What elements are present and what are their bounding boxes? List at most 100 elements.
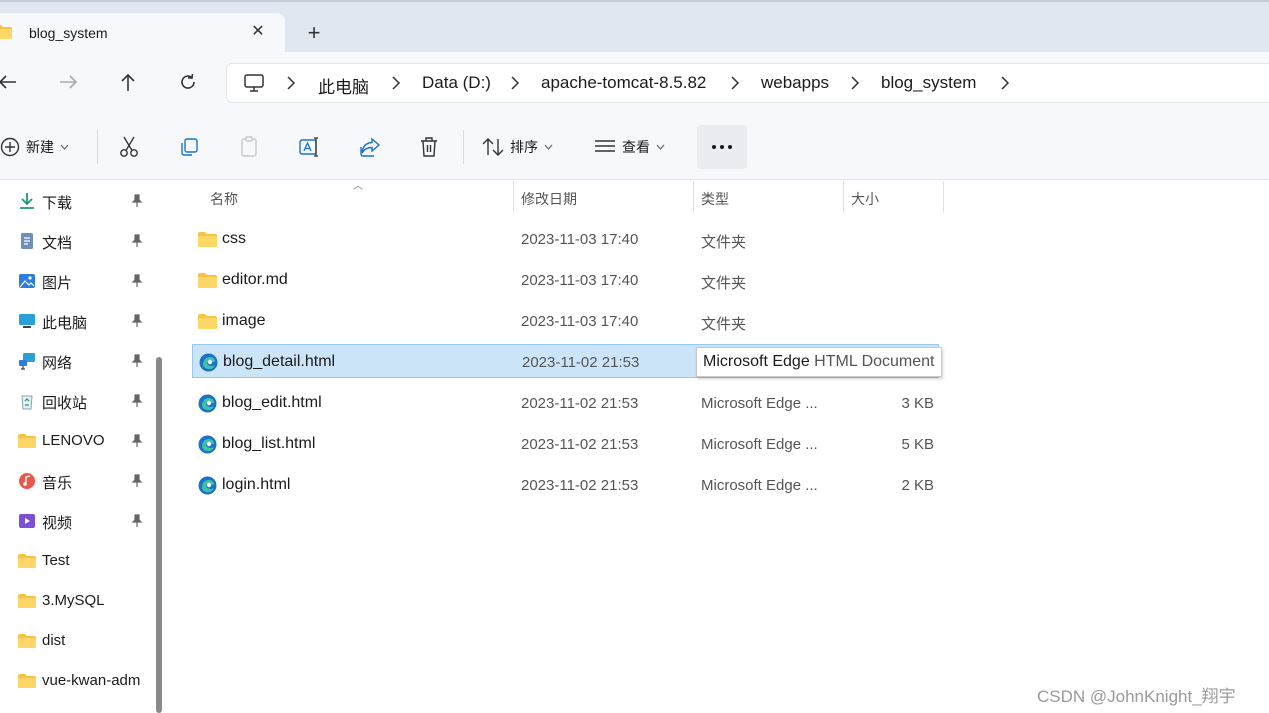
list-view-icon	[595, 140, 615, 152]
copy-button[interactable]	[179, 132, 199, 162]
forward-button[interactable]	[56, 69, 82, 95]
file-row[interactable]: css 2023-11-03 17:40 文件夹	[192, 222, 939, 256]
sort-label: 排序	[510, 139, 538, 155]
pin-icon[interactable]	[130, 434, 144, 448]
pin-icon[interactable]	[130, 394, 144, 408]
computer-icon	[19, 314, 35, 328]
address-bar[interactable]: 此电脑 Data (D:) apache-tomcat-8.5.82 webap…	[226, 63, 1269, 103]
column-header-modified[interactable]: 修改日期	[521, 189, 577, 209]
sidebar-item-this-pc[interactable]: 此电脑	[0, 301, 150, 341]
breadcrumb-tomcat[interactable]: apache-tomcat-8.5.82	[541, 73, 706, 93]
sidebar-item-label: 回收站	[42, 395, 88, 412]
sidebar-item-vue-kwan-adm[interactable]: vue-kwan-adm	[0, 661, 150, 701]
sidebar-item-label: 文档	[42, 235, 73, 252]
video-icon	[19, 514, 35, 528]
column-divider[interactable]	[843, 181, 844, 213]
file-name: login.html	[222, 476, 291, 493]
column-divider[interactable]	[693, 181, 694, 213]
copy-icon	[181, 138, 198, 156]
sidebar-item-label: dist	[42, 632, 66, 649]
view-button[interactable]: 查看	[594, 132, 665, 162]
sort-icon	[482, 138, 504, 156]
file-row[interactable]: blog_list.html 2023-11-02 21:53 Microsof…	[192, 427, 939, 461]
edge-icon	[198, 476, 217, 495]
column-divider[interactable]	[943, 181, 944, 213]
sidebar-scrollbar-thumb[interactable]	[156, 357, 162, 713]
sidebar-item-label: 3.MySQL	[42, 592, 105, 609]
share-button[interactable]	[359, 132, 381, 162]
breadcrumb-data-drive[interactable]: Data (D:)	[422, 73, 491, 93]
sort-button[interactable]: 排序	[482, 132, 553, 162]
file-modified: 2023-11-03 17:40	[521, 272, 639, 289]
sidebar-item-videos[interactable]: 视频	[0, 501, 150, 541]
file-row[interactable]: login.html 2023-11-02 21:53 Microsoft Ed…	[192, 468, 939, 502]
file-size: 3 KB	[901, 395, 934, 412]
pin-icon[interactable]	[130, 194, 144, 208]
file-row[interactable]: image 2023-11-03 17:40 文件夹	[192, 304, 939, 338]
pin-icon[interactable]	[130, 354, 144, 368]
file-name: css	[222, 230, 246, 247]
chevron-right-icon[interactable]	[999, 75, 1011, 91]
column-header-type[interactable]: 类型	[701, 189, 729, 209]
sidebar-item-recycle-bin[interactable]: 回收站	[0, 381, 150, 421]
more-options-button[interactable]	[697, 125, 747, 169]
folder-icon	[198, 273, 217, 288]
up-button[interactable]	[115, 69, 141, 95]
pin-icon[interactable]	[130, 274, 144, 288]
file-row[interactable]: blog_edit.html 2023-11-02 21:53 Microsof…	[192, 386, 939, 420]
close-tab-icon[interactable]: ✕	[248, 22, 268, 42]
column-divider[interactable]	[513, 181, 514, 213]
column-header-size[interactable]: 大小	[851, 189, 879, 209]
sidebar-item-test[interactable]: Test	[0, 541, 150, 581]
sidebar-item-dist[interactable]: dist	[0, 621, 150, 661]
sidebar-item-label: 此电脑	[42, 315, 88, 332]
command-bar: 新建 排序 查看	[0, 112, 1269, 180]
file-modified: 2023-11-03 17:40	[521, 313, 639, 330]
chevron-right-icon	[511, 76, 520, 90]
paste-button[interactable]	[239, 132, 259, 162]
new-tab-button[interactable]: +	[302, 21, 326, 45]
pin-icon[interactable]	[130, 514, 144, 528]
file-name: blog_detail.html	[223, 353, 336, 370]
sidebar-item-downloads[interactable]: 下载	[0, 181, 150, 221]
file-row[interactable]: editor.md 2023-11-03 17:40 文件夹	[192, 263, 939, 297]
sidebar-item-documents[interactable]: 文档	[0, 221, 150, 261]
sidebar-item-music[interactable]: 音乐	[0, 461, 150, 501]
sidebar-item-label: 图片	[42, 275, 73, 292]
window-top-border	[0, 0, 1269, 2]
column-header-name[interactable]: 名称	[210, 189, 238, 209]
plus-circle-icon	[0, 137, 20, 157]
back-button[interactable]	[0, 69, 20, 95]
tab-title: blog_system	[29, 25, 108, 41]
cut-button[interactable]	[119, 132, 139, 162]
music-icon	[19, 473, 35, 489]
breadcrumb-blog-system[interactable]: blog_system	[881, 73, 976, 93]
sidebar-item-lenovo[interactable]: LENOVO	[0, 421, 150, 461]
file-size: 5 KB	[901, 436, 934, 453]
new-button[interactable]: 新建	[0, 132, 69, 162]
breadcrumb-this-pc[interactable]: 此电脑	[318, 73, 369, 98]
delete-button[interactable]	[419, 132, 439, 162]
breadcrumb-webapps[interactable]: webapps	[761, 73, 829, 93]
toolbar-divider	[97, 130, 98, 164]
refresh-button[interactable]	[175, 69, 201, 95]
folder-icon	[198, 314, 217, 329]
pin-icon[interactable]	[130, 474, 144, 488]
folder-icon	[18, 594, 36, 608]
arrow-right-icon	[60, 75, 78, 89]
network-icon	[19, 353, 35, 370]
sidebar-item-network[interactable]: 网络	[0, 341, 150, 381]
rename-button[interactable]	[299, 132, 321, 162]
sidebar-item-label: vue-kwan-adm	[42, 672, 141, 689]
tab-blog-system[interactable]: blog_system ✕	[0, 13, 285, 53]
pin-icon[interactable]	[130, 234, 144, 248]
more-icon	[712, 145, 732, 149]
sidebar-item-pictures[interactable]: 图片	[0, 261, 150, 301]
pin-icon[interactable]	[130, 314, 144, 328]
file-type: 文件夹	[701, 275, 747, 292]
sidebar-item-mysql[interactable]: 3.MySQL	[0, 581, 150, 621]
file-type: Microsoft Edge ...	[701, 436, 818, 453]
scissors-icon	[120, 136, 138, 157]
toolbar-divider	[463, 130, 464, 164]
file-type: Microsoft Edge ...	[701, 395, 818, 412]
